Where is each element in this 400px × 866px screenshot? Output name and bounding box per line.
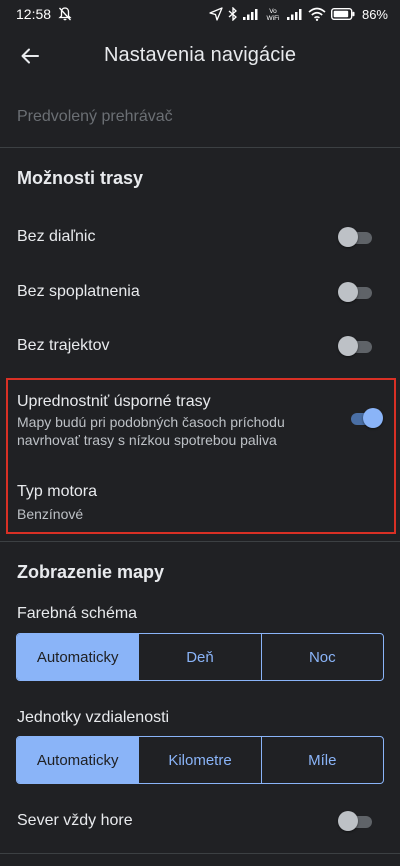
avoid-ferries-label[interactable]: Bez trajektov xyxy=(17,337,109,355)
status-bar: 12:58 Vo WiFi 86% xyxy=(0,0,400,28)
svg-text:Vo: Vo xyxy=(269,8,277,15)
color-scheme-option-night[interactable]: Noc xyxy=(262,634,383,680)
eco-routes-toggle[interactable] xyxy=(347,407,383,429)
avoid-ferries-toggle[interactable] xyxy=(338,335,374,357)
north-up-label[interactable]: Sever vždy hore xyxy=(17,812,133,830)
eco-routes-description-line2: navrhovať trasy s nízkou spotrebou paliv… xyxy=(17,432,277,448)
distance-units-label: Jednotky vzdialenosti xyxy=(17,709,170,726)
eco-routes-label[interactable]: Uprednostniť úsporné trasy xyxy=(17,393,211,411)
route-options-title: Možnosti trasy xyxy=(17,168,144,188)
signal-bars-icon xyxy=(242,9,258,20)
distance-units-option-kilometers[interactable]: Kilometre xyxy=(139,737,262,783)
north-up-toggle[interactable] xyxy=(338,810,374,832)
muted-bell-icon xyxy=(58,7,72,21)
eco-routes-description-line1: Mapy budú pri podobných časoch príchodu xyxy=(17,414,285,430)
distance-units-option-automatic[interactable]: Automaticky xyxy=(17,737,140,783)
map-display-title: Zobrazenie mapy xyxy=(17,562,165,582)
signal-bars-2-icon xyxy=(286,9,302,20)
app-bar: Nastavenia navigácie xyxy=(0,28,400,84)
navigation-settings-screen: 12:58 Vo WiFi 86% Nastavenia navigácie P… xyxy=(0,0,400,866)
color-scheme-option-automatic[interactable]: Automaticky xyxy=(17,634,140,680)
distance-units-selector: Automaticky Kilometre Míle xyxy=(16,736,384,784)
default-player-row[interactable]: Predvolený prehrávač xyxy=(17,108,173,126)
engine-type-label[interactable]: Typ motora xyxy=(17,483,97,501)
avoid-highways-toggle[interactable] xyxy=(338,226,374,248)
avoid-tolls-toggle[interactable] xyxy=(338,281,374,303)
bluetooth-icon xyxy=(228,7,237,21)
status-time: 12:58 xyxy=(16,6,52,22)
vowifi-icon: Vo WiFi xyxy=(266,8,279,21)
color-scheme-selector: Automaticky Deň Noc xyxy=(16,633,384,681)
svg-text:WiFi: WiFi xyxy=(266,15,279,21)
divider xyxy=(0,853,400,854)
divider xyxy=(0,147,400,148)
location-arrow-icon xyxy=(209,7,223,21)
divider xyxy=(0,541,400,542)
engine-type-value: Benzínové xyxy=(17,506,84,522)
battery-percentage: 86% xyxy=(361,6,388,22)
wifi-icon xyxy=(308,7,326,21)
avoid-tolls-label[interactable]: Bez spoplatnenia xyxy=(17,283,140,301)
avoid-highways-label[interactable]: Bez diaľnic xyxy=(17,228,95,246)
page-title: Nastavenia navigácie xyxy=(103,44,297,66)
battery-icon xyxy=(330,8,355,20)
color-scheme-option-day[interactable]: Deň xyxy=(139,634,262,680)
distance-units-option-miles[interactable]: Míle xyxy=(262,737,383,783)
color-scheme-label: Farebná schéma xyxy=(17,605,138,622)
